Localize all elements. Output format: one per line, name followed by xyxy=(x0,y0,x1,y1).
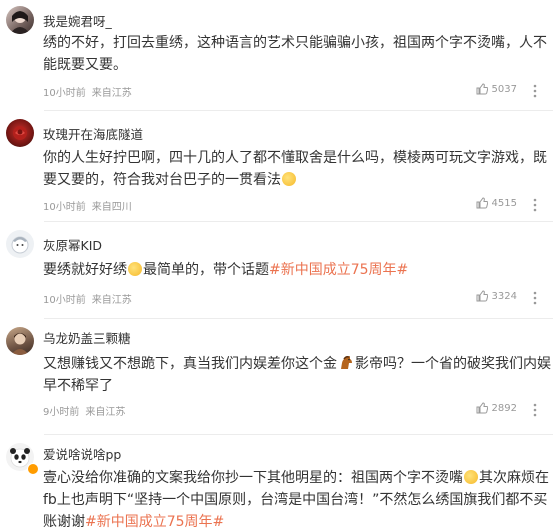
comment-meta: 10小时前 来自江苏 xyxy=(43,84,132,99)
comment-list: 我是婉君呀_ 绣的不好，打回去重绣，这种语言的艺术只能骗骗小孩，祖国两个字不烫嘴… xyxy=(0,0,553,529)
comment-meta: 10小时前 来自四川 xyxy=(43,198,132,213)
more-options-button[interactable] xyxy=(529,197,541,212)
like-count: 4515 xyxy=(491,197,517,209)
photo-avatar-icon xyxy=(11,333,29,355)
username[interactable]: 玫瑰开在海底隧道 xyxy=(43,124,143,143)
like-count: 5037 xyxy=(491,83,517,95)
thumbs-up-icon xyxy=(476,197,488,209)
comment-item: 灰原幂KID 要绣就好好绣 最简单的，带个话题#新中国成立75周年# 10小时前来… xyxy=(0,222,553,318)
emoji-icon xyxy=(282,172,296,186)
comment-item: 乌龙奶盖三颗糖 又想赚钱又不想跪下，真当我们内娱差你这个金 影帝吗？一个省的破奖我… xyxy=(0,319,553,434)
cartoon-avatar-icon xyxy=(11,236,29,254)
comment-meta: 9小时前 来自江苏 xyxy=(43,403,125,418)
more-options-button[interactable] xyxy=(529,402,541,417)
hashtag-link[interactable]: #新中国成立75周年# xyxy=(269,262,408,278)
like-button[interactable]: 3324 xyxy=(476,290,517,302)
comment-location: 来自四川 xyxy=(91,202,132,213)
hashtag-link[interactable]: #新中国成立75周年# xyxy=(85,514,224,529)
like-button[interactable]: 2892 xyxy=(476,402,517,414)
avatar-portrait-icon xyxy=(10,11,30,34)
horse-emoji-icon xyxy=(341,356,352,369)
comment-item: 我是婉君呀_ 绣的不好，打回去重绣，这种语言的艺术只能骗骗小孩，祖国两个字不烫嘴… xyxy=(0,0,553,110)
like-button[interactable]: 4515 xyxy=(476,197,517,209)
comment-time: 10小时前 xyxy=(43,202,86,213)
more-vertical-icon xyxy=(533,84,537,98)
avatar[interactable] xyxy=(6,327,34,355)
avatar[interactable] xyxy=(6,230,34,258)
emoji-icon xyxy=(464,470,478,484)
comment-item: 玫瑰开在海底隧道 你的人生好拧巴啊，四十几的人了都不懂取舍是什么吗，模棱两可玩文… xyxy=(0,111,553,221)
username[interactable]: 我是婉君呀_ xyxy=(43,11,112,30)
username[interactable]: 灰原幂KID xyxy=(43,235,102,254)
comment-location: 来自江苏 xyxy=(85,407,126,418)
more-vertical-icon xyxy=(533,198,537,212)
username[interactable]: 爱说啥说啥pp xyxy=(43,444,121,463)
avatar[interactable] xyxy=(6,6,34,34)
comment-text: 绣的不好，打回去重绣，这种语言的艺术只能骗骗小孩，祖国两个字不烫嘴，人不能既要又… xyxy=(43,35,547,73)
comment-text-part: 要绣就好好绣 xyxy=(43,262,127,278)
username[interactable]: 乌龙奶盖三颗糖 xyxy=(43,328,131,347)
verified-badge-icon xyxy=(27,463,39,475)
more-options-button[interactable] xyxy=(529,83,541,98)
comment-meta: 10小时前 来自江苏 xyxy=(43,291,132,306)
comment-location: 来自江苏 xyxy=(91,295,132,306)
comment-text: 又想赚钱又不想跪下，真当我们内娱差你这个金 影帝吗？一个省的破奖我们内娱早不稀罕了 xyxy=(43,353,551,397)
emoji-icon xyxy=(128,262,142,276)
comment-text-part: 最简单的，带个话题 xyxy=(143,262,269,278)
comment-time: 9小时前 xyxy=(43,407,80,418)
thumbs-up-icon xyxy=(476,83,488,95)
comment-text: 壹心没给你准确的文案我给你抄一下其他明星的：祖国两个字不烫嘴 其次麻烦在fb上也声… xyxy=(43,467,551,529)
more-options-button[interactable] xyxy=(529,290,541,305)
comment-text: 你的人生好拧巴啊，四十几的人了都不懂取舍是什么吗，模棱两可玩文字游戏，既要又要的… xyxy=(43,147,551,191)
comment-time: 10小时前 xyxy=(43,88,86,99)
comment-location: 来自江苏 xyxy=(91,88,132,99)
comment-text-part: 又想赚钱又不想跪下，真当我们内娱差你这个金 xyxy=(43,356,337,372)
like-button[interactable]: 5037 xyxy=(476,83,517,95)
avatar[interactable] xyxy=(6,119,34,147)
more-vertical-icon xyxy=(533,403,537,417)
thumbs-up-icon xyxy=(476,402,488,414)
comment-time: 10小时前 xyxy=(43,295,86,306)
rose-avatar-icon xyxy=(13,126,27,140)
like-count: 2892 xyxy=(491,402,517,414)
comment-text-part: 壹心没给你准确的文案我给你抄一下其他明星的：祖国两个字不烫嘴 xyxy=(43,470,463,486)
thumbs-up-icon xyxy=(476,290,488,302)
comment-item: 爱说啥说啥pp 壹心没给你准确的文案我给你抄一下其他明星的：祖国两个字不烫嘴 其次… xyxy=(0,435,553,529)
comment-text: 要绣就好好绣 最简单的，带个话题#新中国成立75周年# xyxy=(43,259,551,281)
more-vertical-icon xyxy=(533,291,537,305)
like-count: 3324 xyxy=(491,290,517,302)
